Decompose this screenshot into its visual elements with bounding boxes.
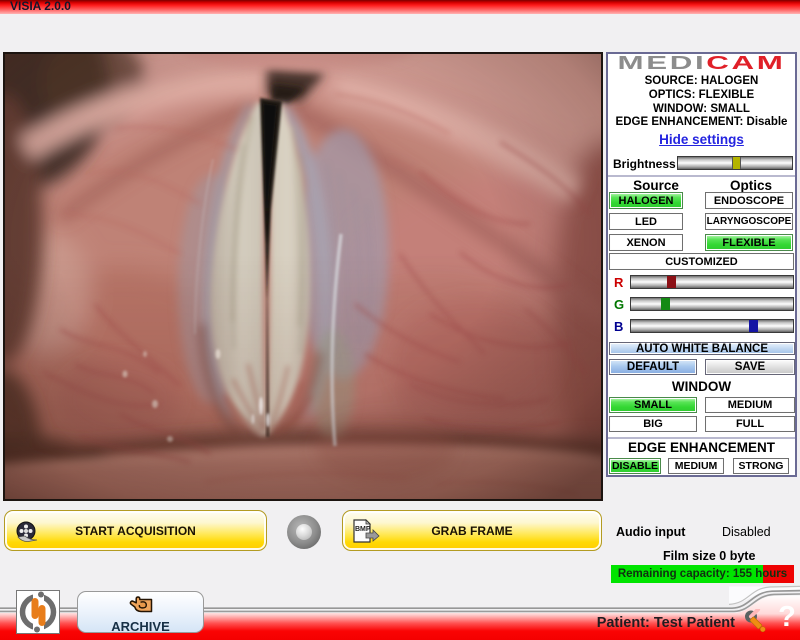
svg-text:BMP: BMP — [355, 526, 371, 533]
